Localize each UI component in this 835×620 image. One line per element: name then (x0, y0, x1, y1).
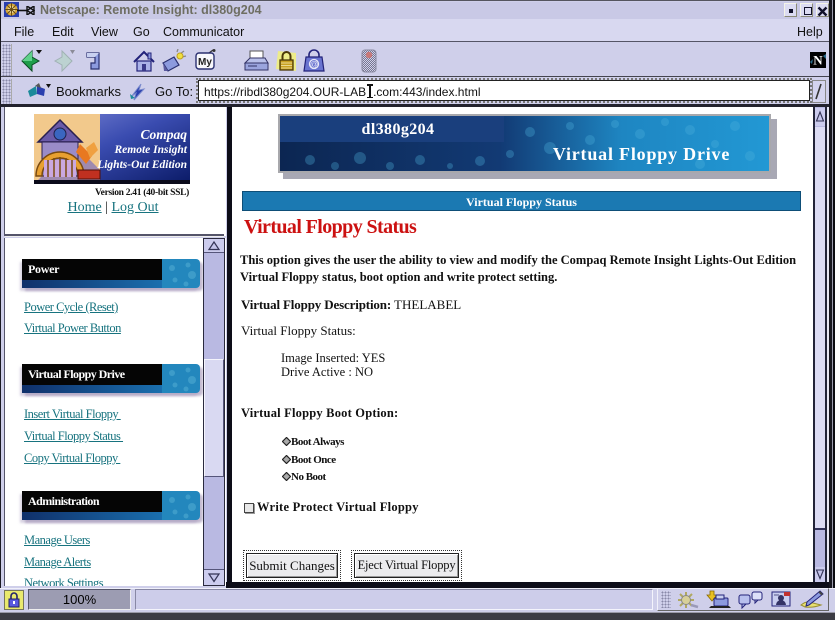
svg-text:Lights-Out Edition: Lights-Out Edition (96, 159, 187, 171)
svg-text:@: @ (310, 60, 318, 69)
svg-text:Remote Insight: Remote Insight (113, 144, 187, 156)
svg-text:Compaq: Compaq (140, 127, 187, 142)
svg-text:My: My (198, 57, 212, 68)
svg-text:N: N (813, 53, 823, 68)
